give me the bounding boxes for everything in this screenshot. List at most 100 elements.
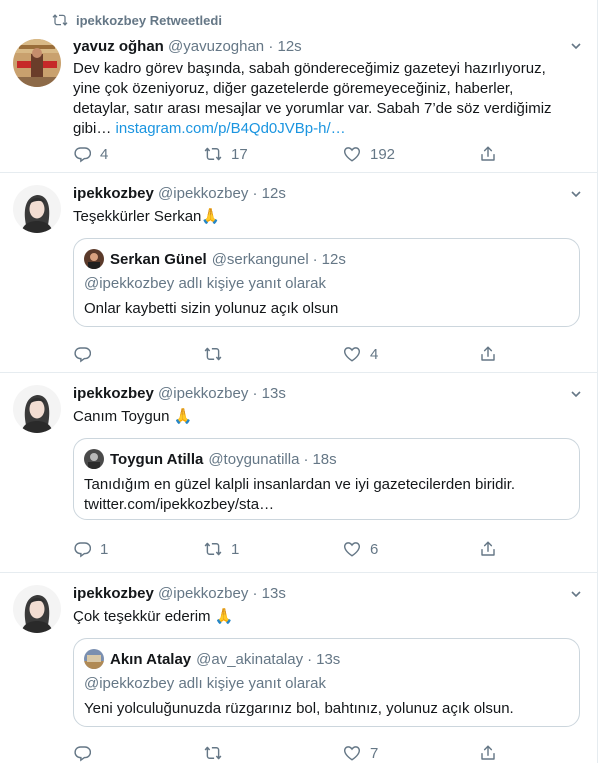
display-name[interactable]: yavuz oğhan <box>73 38 164 55</box>
display-name[interactable]: ipekkozbey <box>73 585 154 602</box>
share-button[interactable] <box>479 743 497 763</box>
share-button[interactable] <box>479 344 497 364</box>
tweet-link[interactable]: instagram.com/p/B4Qd0JVBp-h/… <box>116 120 346 137</box>
retweet-context[interactable]: ipekkozbey Retweetledi <box>52 12 222 28</box>
tweet-actions: 1 1 6 <box>73 539 503 559</box>
chevron-down-icon[interactable] <box>570 40 582 52</box>
quote-display-name: Serkan Günel <box>110 250 207 268</box>
retweet-button[interactable] <box>204 743 231 763</box>
reply-button[interactable] <box>73 743 100 763</box>
retweet-button[interactable]: 17 <box>204 144 248 164</box>
user-handle[interactable]: @ipekkozbey <box>158 185 248 202</box>
reply-button[interactable]: 4 <box>73 144 108 164</box>
reply-button[interactable]: 1 <box>73 539 108 559</box>
share-button[interactable] <box>479 539 497 559</box>
avatar[interactable] <box>13 185 61 233</box>
like-count: 192 <box>370 145 396 163</box>
timestamp[interactable]: 13s <box>262 385 286 402</box>
tweet-header: ipekkozbey @ipekkozbey · 13s <box>73 585 286 602</box>
heart-icon <box>343 145 361 163</box>
retweet-label: ipekkozbey Retweetledi <box>76 12 222 28</box>
display-name[interactable]: ipekkozbey <box>73 385 154 402</box>
retweet-icon <box>204 345 222 363</box>
tweet-header: ipekkozbey @ipekkozbey · 12s <box>73 185 286 202</box>
quote-timestamp: 13s <box>316 650 341 668</box>
reply-button[interactable] <box>73 344 100 364</box>
quote-reply-context: @ipekkozbey adlı kişiye yanıt olarak <box>84 675 327 692</box>
timestamp[interactable]: 13s <box>262 585 286 602</box>
like-count: 6 <box>370 540 379 558</box>
reply-count: 4 <box>100 145 109 163</box>
like-button[interactable]: 6 <box>343 539 378 559</box>
like-count: 4 <box>370 345 379 363</box>
tweet-actions: 4 <box>73 344 503 364</box>
quote-header: Akın Atalay @av_akinatalay · 13s <box>84 649 340 669</box>
heart-icon <box>343 345 361 363</box>
heart-icon <box>343 744 361 762</box>
tweet-2[interactable]: ipekkozbey @ipekkozbey · 12s Teşekkürler… <box>0 173 597 373</box>
share-icon <box>479 744 497 762</box>
retweet-icon <box>204 540 222 558</box>
quoted-tweet[interactable]: Toygun Atilla @toygunatilla · 18s Tanıdı… <box>73 438 580 520</box>
display-name[interactable]: ipekkozbey <box>73 185 154 202</box>
quote-timestamp: 18s <box>312 450 337 468</box>
quoted-tweet[interactable]: Akın Atalay @av_akinatalay · 13s @ipekko… <box>73 638 580 727</box>
quote-header: Serkan Günel @serkangunel · 12s <box>84 249 346 269</box>
avatar[interactable] <box>13 585 61 633</box>
tweet-text: Canım Toygun 🙏 <box>73 408 193 425</box>
chevron-down-icon[interactable] <box>570 588 582 600</box>
avatar[interactable] <box>13 39 61 87</box>
quoted-tweet[interactable]: Serkan Günel @serkangunel · 12s @ipekkoz… <box>73 238 580 327</box>
quote-header: Toygun Atilla @toygunatilla · 18s <box>84 449 337 469</box>
quote-avatar <box>84 449 104 469</box>
quote-handle: @serkangunel <box>211 250 309 268</box>
user-handle[interactable]: @ipekkozbey <box>158 385 248 402</box>
tweet-1[interactable]: ipekkozbey Retweetledi yavuz oğhan @yavu… <box>0 0 597 173</box>
quote-reply-context: @ipekkozbey adlı kişiye yanıt olarak <box>84 275 327 292</box>
tweet-text: Teşekkürler Serkan🙏 <box>73 208 221 225</box>
quote-link[interactable]: twitter.com/ipekkozbey/sta… <box>84 495 569 515</box>
share-icon <box>479 145 497 163</box>
reply-count: 1 <box>100 540 109 558</box>
tweet-actions: 7 <box>73 743 503 763</box>
share-icon <box>479 345 497 363</box>
quote-text: Onlar kaybetti sizin yolunuz açık olsun <box>84 300 339 317</box>
heart-icon <box>343 540 361 558</box>
reply-icon <box>73 744 91 762</box>
quote-timestamp: 12s <box>321 250 346 268</box>
user-handle[interactable]: @ipekkozbey <box>158 585 248 602</box>
tweet-text: Çok teşekkür ederim 🙏 <box>73 608 234 625</box>
quote-text: Tanıdığım en güzel kalpli insanlardan ve… <box>84 475 569 515</box>
timestamp[interactable]: 12s <box>262 185 286 202</box>
like-button[interactable]: 4 <box>343 344 378 364</box>
timestamp[interactable]: 12s <box>278 38 302 55</box>
quote-display-name: Akın Atalay <box>110 650 192 668</box>
share-icon <box>479 540 497 558</box>
tweet-text: Dev kadro görev başında, sabah gönderece… <box>73 60 552 137</box>
timeline: ipekkozbey Retweetledi yavuz oğhan @yavu… <box>0 0 598 763</box>
like-button[interactable]: 192 <box>343 144 395 164</box>
retweet-button[interactable]: 1 <box>204 539 239 559</box>
reply-icon <box>73 540 91 558</box>
share-button[interactable] <box>479 144 497 164</box>
quote-text: Yeni yolculuğunuzda rüzgarınız bol, baht… <box>84 700 514 717</box>
retweet-button[interactable] <box>204 344 231 364</box>
retweet-count: 1 <box>231 540 240 558</box>
quote-avatar <box>84 649 104 669</box>
avatar[interactable] <box>13 385 61 433</box>
tweet-header: ipekkozbey @ipekkozbey · 13s <box>73 385 286 402</box>
like-button[interactable]: 7 <box>343 743 378 763</box>
tweet-actions: 4 17 192 <box>73 144 503 164</box>
retweet-count: 17 <box>231 145 248 163</box>
quote-handle: @toygunatilla <box>208 450 300 468</box>
tweet-header: yavuz oğhan @yavuzoghan · 12s <box>73 38 302 55</box>
tweet-4[interactable]: ipekkozbey @ipekkozbey · 13s Çok teşekkü… <box>0 573 597 763</box>
quote-handle: @av_akinatalay <box>196 650 304 668</box>
retweet-icon <box>204 145 222 163</box>
tweet-3[interactable]: ipekkozbey @ipekkozbey · 13s Canım Toygu… <box>0 373 597 573</box>
reply-icon <box>73 145 91 163</box>
chevron-down-icon[interactable] <box>570 188 582 200</box>
user-handle[interactable]: @yavuzoghan <box>168 38 264 55</box>
chevron-down-icon[interactable] <box>570 388 582 400</box>
reply-icon <box>73 345 91 363</box>
